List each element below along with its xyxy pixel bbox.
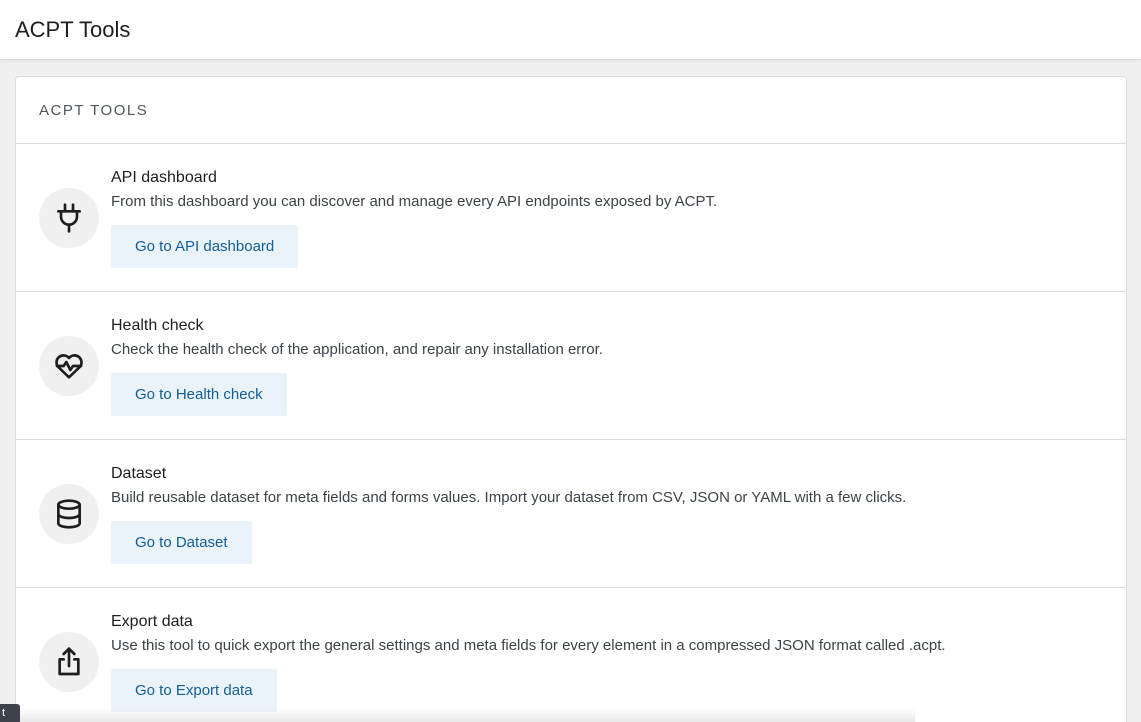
go-to-export-data-button[interactable]: Go to Export data <box>111 669 277 712</box>
card-title: ACPT TOOLS <box>39 101 149 119</box>
plug-icon <box>39 187 99 248</box>
tool-description: Use this tool to quick export the genera… <box>111 637 946 654</box>
tool-description: Check the health check of the applicatio… <box>111 340 603 358</box>
tool-health-check: Health check Check the health check of t… <box>16 292 1126 440</box>
export-icon <box>39 632 99 692</box>
tool-export-data: Export data Use this tool to quick expor… <box>16 588 1126 722</box>
go-to-health-check-button[interactable]: Go to Health check <box>111 372 287 416</box>
tool-description: Build reusable dataset for meta fields a… <box>111 488 907 506</box>
page-title: ACPT Tools <box>15 16 131 42</box>
database-icon <box>39 483 99 544</box>
heartbeat-icon <box>39 335 99 396</box>
tool-description: From this dashboard you can discover and… <box>111 192 718 210</box>
tooltip-stub: t <box>0 704 20 722</box>
tool-name: API dashboard <box>111 168 217 186</box>
go-to-dataset-button[interactable]: Go to Dataset <box>111 520 252 564</box>
top-bar: ACPT Tools <box>0 0 1141 60</box>
tool-dataset: Dataset Build reusable dataset for meta … <box>16 440 1126 588</box>
bottom-fade <box>15 708 915 722</box>
go-to-api-dashboard-button[interactable]: Go to API dashboard <box>111 224 299 268</box>
tools-card: ACPT TOOLS API dashboard From this dashb… <box>15 76 1127 722</box>
tool-name: Dataset <box>111 464 167 482</box>
card-header: ACPT TOOLS <box>16 77 1126 144</box>
tool-name: Health check <box>111 316 204 334</box>
tool-name: Export data <box>111 613 193 630</box>
tool-api-dashboard: API dashboard From this dashboard you ca… <box>16 144 1126 292</box>
